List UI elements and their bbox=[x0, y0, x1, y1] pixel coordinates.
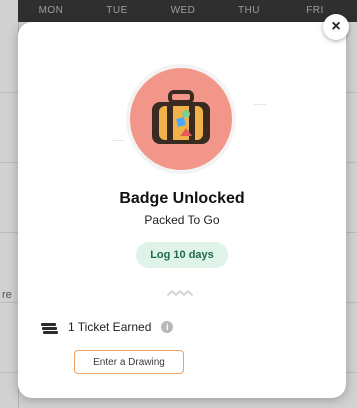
screen: MON TUE WED THU FRI re Badge Unlocked Pa… bbox=[0, 0, 357, 408]
ticket-earned-row: 1 Ticket Earned i bbox=[40, 318, 340, 336]
close-button[interactable]: × bbox=[323, 14, 349, 40]
squiggle-divider-icon bbox=[167, 290, 193, 296]
info-icon[interactable]: i bbox=[161, 321, 174, 333]
close-icon: × bbox=[331, 18, 341, 35]
ticket-icon bbox=[41, 323, 58, 334]
sparkle-line bbox=[112, 140, 124, 141]
badge-subtitle: Packed To Go bbox=[144, 213, 220, 227]
suitcase-icon bbox=[152, 90, 210, 144]
badge-title: Badge Unlocked bbox=[119, 190, 245, 207]
info-icon-glyph: i bbox=[166, 322, 169, 332]
requirement-pill[interactable]: Log 10 days bbox=[136, 242, 228, 268]
enter-drawing-button[interactable]: Enter a Drawing bbox=[74, 350, 184, 374]
ticket-earned-text: 1 Ticket Earned bbox=[68, 320, 152, 334]
sparkle-line bbox=[254, 104, 266, 105]
badge-circle bbox=[130, 68, 232, 170]
badge-unlocked-modal: Badge Unlocked Packed To Go Log 10 days … bbox=[18, 22, 346, 398]
badge-medallion bbox=[126, 64, 236, 174]
